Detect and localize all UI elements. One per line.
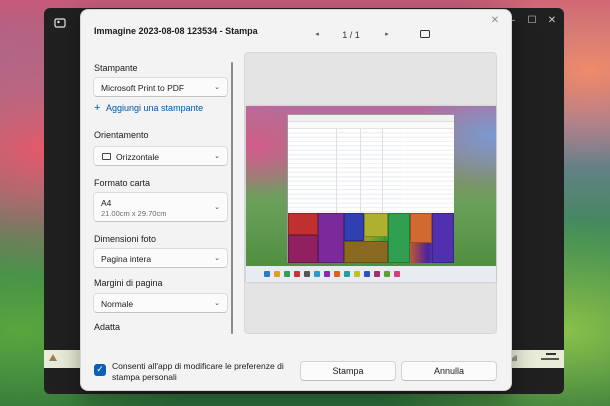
cancel-button[interactable]: Annulla — [401, 361, 497, 381]
orientation-value: Orizzontale — [116, 152, 159, 162]
tray-clock — [540, 352, 560, 367]
preview-screenshot-window — [287, 114, 454, 263]
landscape-page-icon — [102, 152, 111, 162]
preview-taskbar — [246, 266, 496, 282]
page-counter: 1 / 1 — [342, 30, 360, 40]
dialog-close-icon[interactable]: ✕ — [487, 13, 503, 29]
consent-checkbox[interactable]: ✓ — [94, 364, 106, 376]
photo-size-value: Pagina intera — [101, 254, 152, 264]
margins-value: Normale — [101, 299, 134, 309]
paper-size-dropdown[interactable]: A4 21.00cm x 29.70cm ⌄ — [93, 192, 228, 222]
chevron-down-icon: ⌄ — [214, 204, 220, 211]
chevron-down-icon: ⌄ — [214, 153, 220, 160]
chevron-down-icon: ⌄ — [214, 300, 220, 307]
preview-titlebar — [288, 115, 454, 122]
consent-label: Consenti all'app di modificare le prefer… — [112, 361, 284, 382]
photos-app-icon — [52, 16, 68, 32]
previous-page-icon[interactable]: ◂ — [311, 29, 323, 41]
printer-dropdown[interactable]: Microsoft Print to PDF ⌄ — [93, 77, 228, 97]
settings-scrollbar[interactable] — [231, 62, 233, 334]
add-printer-link[interactable]: + Aggiungi una stampante — [94, 102, 204, 114]
preview-column-divider — [336, 129, 337, 213]
preview-toolbar — [288, 122, 454, 129]
dialog-title: Immagine 2023-08-08 123534 - Stampa — [94, 26, 258, 36]
preview-column-divider — [382, 129, 383, 213]
printer-label: Stampante — [94, 63, 138, 73]
printer-value: Microsoft Print to PDF — [101, 83, 185, 93]
print-dialog: Immagine 2023-08-08 123534 - Stampa ✕ ◂ … — [80, 9, 512, 391]
paper-dimensions: 21.00cm x 29.70cm — [101, 209, 167, 218]
preview-legend — [404, 129, 454, 213]
orientation-dropdown[interactable]: Orizzontale ⌄ — [93, 146, 228, 166]
photo-size-label: Dimensioni foto — [94, 234, 157, 244]
chevron-down-icon: ⌄ — [214, 255, 220, 262]
paper-size-label: Formato carta — [94, 178, 151, 188]
preview-file-tree — [288, 129, 403, 213]
print-settings-panel: Stampante Microsoft Print to PDF ⌄ + Agg… — [81, 50, 233, 336]
check-icon: ✓ — [96, 364, 104, 374]
chevron-down-icon: ⌄ — [214, 84, 220, 91]
print-preview-pane — [244, 52, 497, 334]
app-logo-icon — [48, 353, 58, 365]
window-close-button[interactable]: ✕ — [544, 14, 560, 28]
margins-label: Margini di pagina — [94, 278, 163, 288]
preview-page — [246, 106, 496, 282]
plus-icon: + — [94, 102, 101, 114]
margins-dropdown[interactable]: Normale ⌄ — [93, 293, 228, 313]
maximize-button[interactable]: ☐ — [524, 14, 540, 28]
fit-to-window-icon[interactable] — [419, 28, 431, 40]
photo-size-dropdown[interactable]: Pagina intera ⌄ — [93, 248, 228, 268]
orientation-label: Orientamento — [94, 130, 149, 140]
paper-size-value: A4 — [101, 198, 112, 208]
add-printer-label: Aggiungi una stampante — [106, 103, 204, 113]
print-button[interactable]: Stampa — [300, 361, 396, 381]
preview-treemap — [288, 213, 454, 263]
next-page-icon[interactable]: ▸ — [381, 29, 393, 41]
fit-label: Adatta — [94, 322, 121, 332]
preview-column-divider — [360, 129, 361, 213]
